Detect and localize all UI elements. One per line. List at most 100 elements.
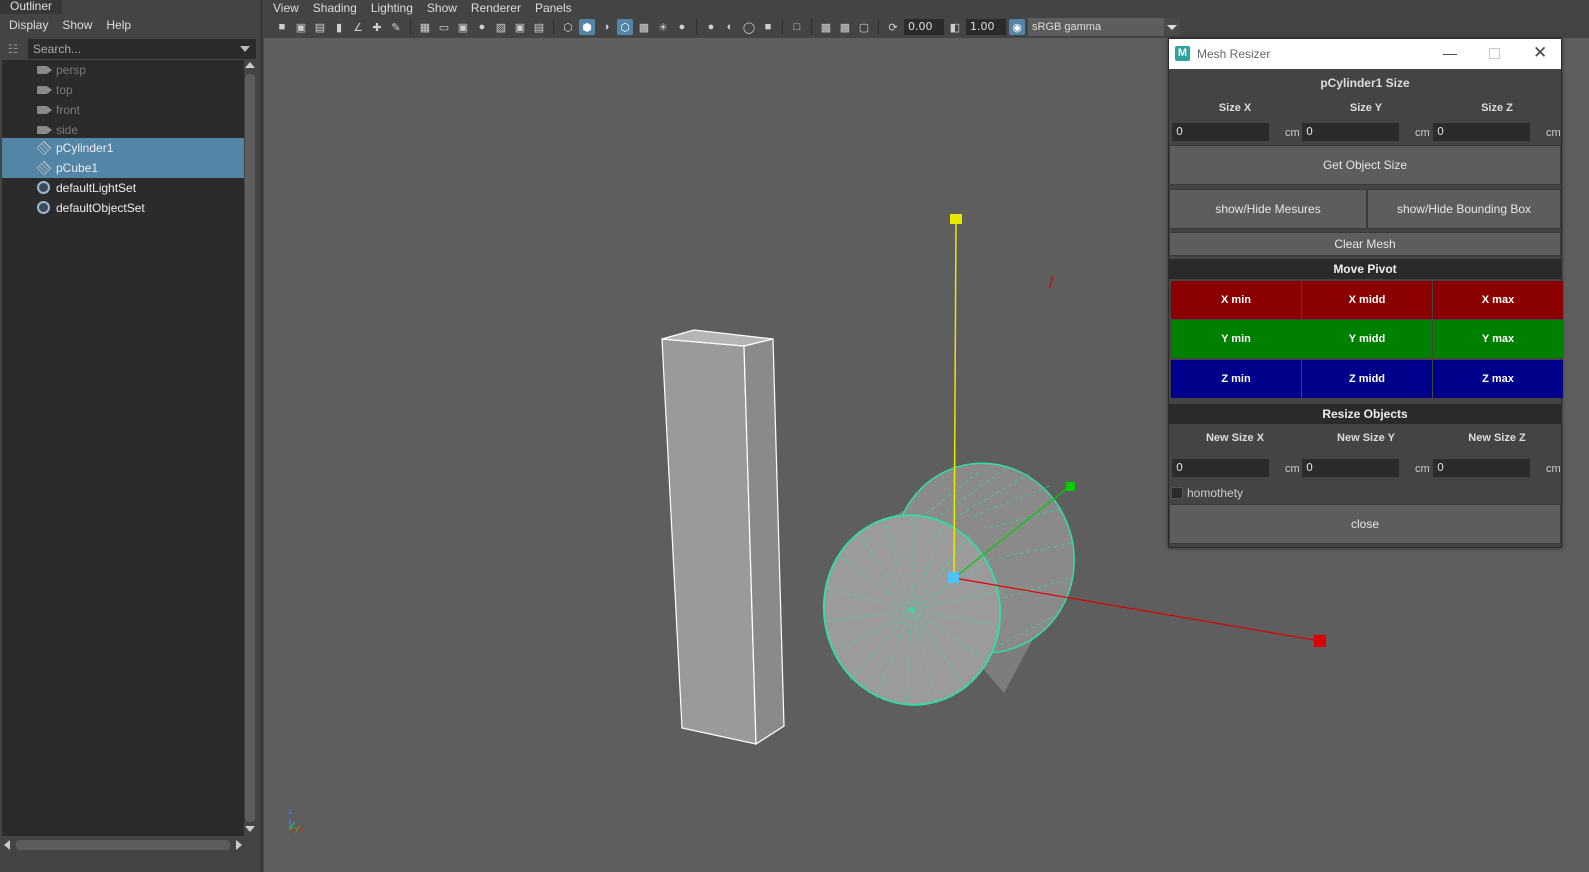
- textured-icon[interactable]: ▩: [636, 19, 652, 35]
- size-y-field[interactable]: 0: [1302, 123, 1399, 141]
- menu-display[interactable]: Display: [9, 18, 48, 32]
- menu-show[interactable]: Show: [62, 18, 92, 32]
- gamma-icon[interactable]: ◧: [947, 19, 963, 35]
- bookmark-icon[interactable]: ▮: [331, 19, 347, 35]
- xray-icon[interactable]: ▩: [818, 19, 834, 35]
- pivot-z-midd-button[interactable]: Z midd: [1302, 360, 1432, 398]
- y-axis-handle[interactable]: [950, 214, 962, 224]
- pivot-z-max-button[interactable]: Z max: [1433, 360, 1563, 398]
- outliner-item-pcylinder1[interactable]: pCylinder1: [2, 138, 244, 158]
- show-hide-mesures-button[interactable]: show/Hide Mesures: [1169, 189, 1367, 229]
- grease-pencil-icon[interactable]: ✎: [388, 19, 404, 35]
- scrollbar-thumb[interactable]: [16, 840, 230, 850]
- exposure-field[interactable]: 0.00: [904, 19, 944, 35]
- menu-shading[interactable]: Shading: [313, 0, 357, 16]
- outliner-item-side[interactable]: side: [2, 120, 244, 140]
- outliner-horizontal-scrollbar[interactable]: [2, 838, 244, 852]
- safe-title-icon[interactable]: ▤: [531, 19, 547, 35]
- gamma-field[interactable]: 1.00: [966, 19, 1006, 35]
- minimize-icon[interactable]: —: [1443, 45, 1457, 61]
- shadows-icon[interactable]: ●: [674, 19, 690, 35]
- outliner-item-defaultobjectset[interactable]: defaultObjectSet: [2, 198, 244, 218]
- scroll-right-icon[interactable]: [236, 840, 242, 850]
- show-hide-bounding-box-button[interactable]: show/Hide Bounding Box: [1367, 189, 1561, 229]
- film-gate-icon[interactable]: ▭: [436, 19, 452, 35]
- pcube1-mesh[interactable]: [661, 329, 785, 746]
- get-object-size-button[interactable]: Get Object Size: [1169, 145, 1561, 185]
- outliner-vertical-scrollbar[interactable]: [244, 60, 256, 836]
- isolate-select-icon[interactable]: □: [789, 19, 805, 35]
- bookmarks-icon[interactable]: ▤: [312, 19, 328, 35]
- search-dropdown-icon[interactable]: [240, 46, 250, 52]
- menu-help[interactable]: Help: [106, 18, 131, 32]
- xray-active-icon[interactable]: ▩: [837, 19, 853, 35]
- outliner-item-persp[interactable]: persp: [2, 60, 244, 80]
- homothety-checkbox[interactable]: [1171, 487, 1183, 499]
- 2d-pan-zoom-icon[interactable]: ✚: [369, 19, 385, 35]
- pivot-x-midd-button[interactable]: X midd: [1302, 281, 1432, 319]
- smooth-shade-icon[interactable]: ⬢: [579, 19, 595, 35]
- default-material-icon[interactable]: ◑: [598, 19, 614, 35]
- exposure-icon[interactable]: ⟳: [885, 19, 901, 35]
- outliner-item-front[interactable]: front: [2, 100, 244, 120]
- size-y-label: Size Y: [1349, 102, 1383, 114]
- view-transform-select[interactable]: sRGB gamma: [1028, 18, 1180, 36]
- toolbar-separator: [782, 19, 783, 35]
- outliner-item-defaultlightset[interactable]: defaultLightSet: [2, 178, 244, 198]
- set-icon: [37, 201, 50, 214]
- ambient-occlusion-icon[interactable]: ●: [703, 19, 719, 35]
- motion-blur-icon[interactable]: ◐: [722, 19, 738, 35]
- outliner-item-top[interactable]: top: [2, 80, 244, 100]
- scrollbar-thumb[interactable]: [245, 74, 255, 822]
- anti-aliasing-icon[interactable]: ◯: [741, 19, 757, 35]
- wireframe-on-shaded-icon[interactable]: ⬡: [617, 19, 633, 35]
- pivot-x-min-button[interactable]: X min: [1171, 281, 1301, 319]
- z-axis-handle[interactable]: [1066, 482, 1075, 491]
- maximize-icon[interactable]: [1489, 48, 1500, 59]
- clear-mesh-button[interactable]: Clear Mesh: [1169, 232, 1561, 256]
- close-icon[interactable]: ✕: [1533, 43, 1547, 63]
- pivot-y-max-button[interactable]: Y max: [1433, 320, 1563, 358]
- depth-of-field-icon[interactable]: ■: [760, 19, 776, 35]
- resolution-gate-icon[interactable]: ▣: [455, 19, 471, 35]
- wireframe-icon[interactable]: ⬡: [560, 19, 576, 35]
- close-button[interactable]: close: [1169, 504, 1561, 544]
- size-z-field[interactable]: 0: [1433, 123, 1530, 141]
- menu-view[interactable]: View: [273, 0, 299, 16]
- pivot-y-min-button[interactable]: Y min: [1171, 320, 1301, 358]
- outliner-item-pcube1[interactable]: pCube1: [2, 158, 244, 178]
- filter-icon[interactable]: ☷: [4, 40, 22, 58]
- gate-mask-icon[interactable]: ●: [474, 19, 490, 35]
- new-size-z-field[interactable]: 0: [1433, 459, 1530, 477]
- mesh-resizer-titlebar[interactable]: M Mesh Resizer — ✕: [1169, 39, 1561, 69]
- pivot-x-max-button[interactable]: X max: [1433, 281, 1563, 319]
- new-size-y-field[interactable]: 0: [1302, 459, 1399, 477]
- scroll-up-icon[interactable]: [245, 62, 255, 68]
- new-size-x-field[interactable]: 0: [1172, 459, 1269, 477]
- select-camera-icon[interactable]: ■: [274, 19, 290, 35]
- camera-icon: [37, 126, 52, 134]
- menu-renderer[interactable]: Renderer: [471, 0, 521, 16]
- x-axis-handle[interactable]: [1314, 635, 1326, 647]
- safe-action-icon[interactable]: ▣: [512, 19, 528, 35]
- camera-attributes-icon[interactable]: ▣: [293, 19, 309, 35]
- menu-panels[interactable]: Panels: [535, 0, 572, 16]
- lights-icon[interactable]: ☀: [655, 19, 671, 35]
- field-chart-icon[interactable]: ▨: [493, 19, 509, 35]
- xray-joints-icon[interactable]: ▢: [856, 19, 872, 35]
- center-handle[interactable]: [948, 572, 959, 583]
- menu-lighting[interactable]: Lighting: [371, 0, 413, 16]
- search-input[interactable]: Search...: [28, 39, 256, 59]
- grid-icon[interactable]: ▦: [417, 19, 433, 35]
- image-plane-icon[interactable]: ∠: [350, 19, 366, 35]
- outliner-tab[interactable]: Outliner: [0, 0, 62, 14]
- size-x-field[interactable]: 0: [1172, 123, 1269, 141]
- pivot-y-midd-button[interactable]: Y midd: [1302, 320, 1432, 358]
- pivot-z-min-button[interactable]: Z min: [1171, 360, 1301, 398]
- axis-indicator: z y x: [288, 807, 304, 833]
- scroll-left-icon[interactable]: [4, 840, 10, 850]
- menu-show[interactable]: Show: [427, 0, 457, 16]
- scroll-down-icon[interactable]: [245, 826, 255, 832]
- chevron-down-icon[interactable]: [1164, 18, 1180, 36]
- color-management-icon[interactable]: ◉: [1009, 19, 1025, 35]
